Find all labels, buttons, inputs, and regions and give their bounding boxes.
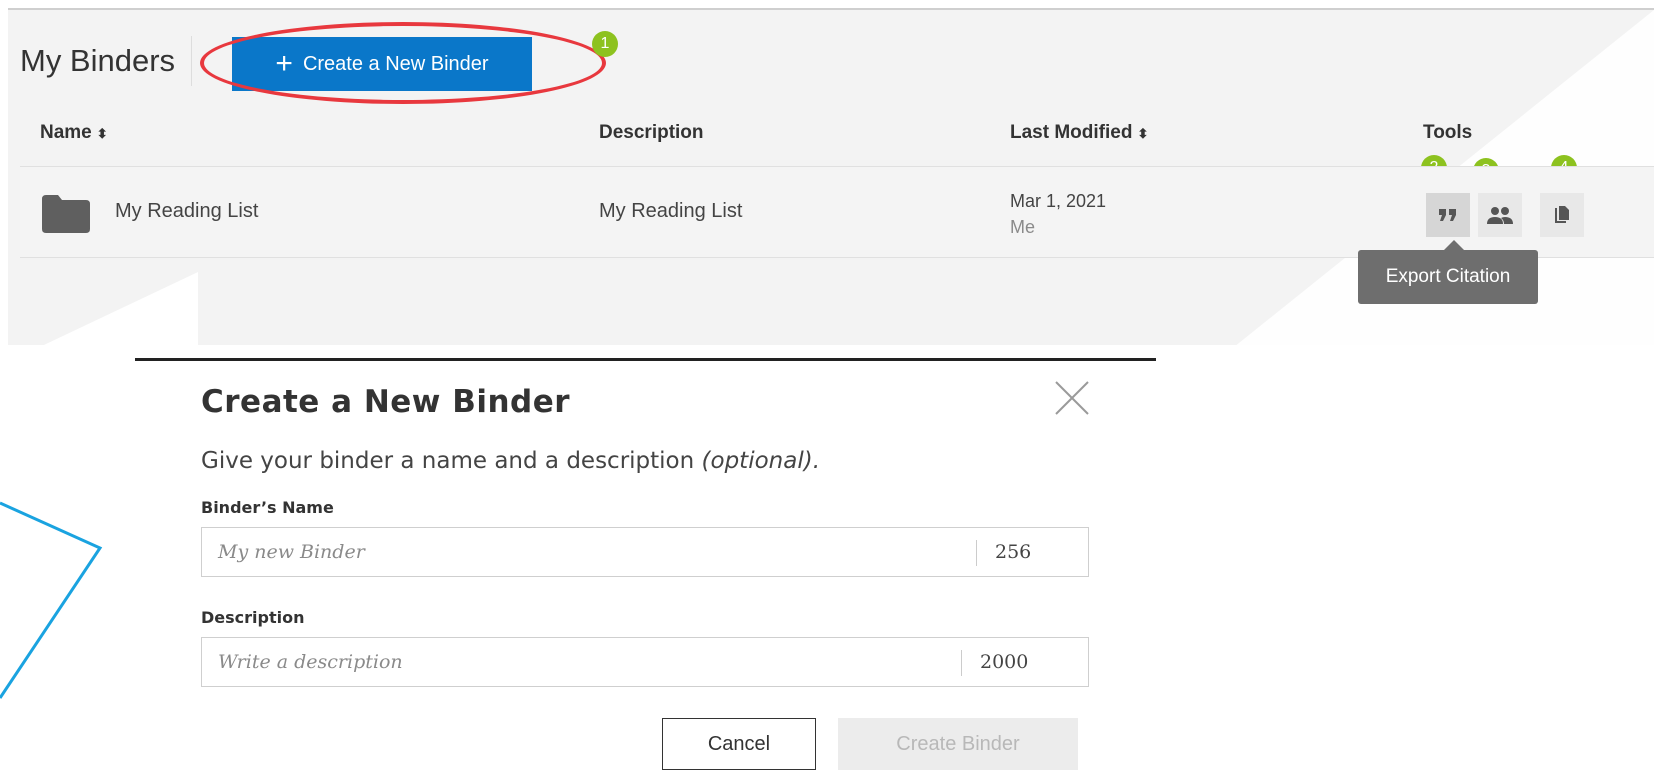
annotation-pointer-line [0, 501, 103, 699]
background-decoration-left [8, 272, 198, 345]
dialog-subtitle: Give your binder a name and a descriptio… [201, 448, 820, 474]
quote-icon [1439, 209, 1456, 221]
counter-divider [961, 650, 962, 676]
counter-divider [976, 540, 977, 566]
column-header-description: Description [599, 122, 704, 144]
close-icon[interactable] [1054, 380, 1090, 416]
description-char-counter: 2000 [980, 651, 1029, 673]
column-header-name[interactable]: Name ⬍ [40, 122, 108, 144]
description-input[interactable]: Write a description 2000 [201, 637, 1089, 687]
column-header-last-modified[interactable]: Last Modified ⬍ [1010, 122, 1148, 144]
binder-name-input[interactable]: My new Binder 256 [201, 527, 1089, 577]
copy-binder-button[interactable] [1540, 193, 1584, 237]
column-header-tools: Tools [1423, 122, 1472, 144]
sort-icon: ⬍ [1137, 126, 1149, 141]
binders-panel: My Binders + Create a New Binder 1 Name ⬍… [8, 8, 1654, 345]
create-new-binder-button[interactable]: + Create a New Binder [232, 37, 532, 91]
modified-date: Mar 1, 2021 [1010, 191, 1107, 211]
binder-name[interactable]: My Reading List [115, 200, 258, 223]
page-title: My Binders [20, 43, 176, 78]
cancel-button[interactable]: Cancel [662, 718, 816, 770]
title-divider [191, 36, 193, 86]
export-citation-tooltip: Export Citation [1358, 240, 1538, 304]
sort-icon: ⬍ [96, 126, 108, 141]
dialog-subtitle-optional: (optional). [701, 448, 821, 474]
export-citation-button[interactable] [1426, 193, 1470, 237]
description-label: Description [201, 608, 305, 627]
column-header-name-label: Name [40, 122, 92, 143]
create-new-binder-label: Create a New Binder [302, 52, 489, 75]
table-row[interactable]: My Reading List My Reading List Mar 1, 2… [20, 166, 1654, 258]
dialog-top-border [135, 358, 1156, 361]
plus-icon: + [275, 47, 293, 80]
column-header-tools-label: Tools [1423, 122, 1473, 143]
binder-name-placeholder: My new Binder [218, 541, 365, 563]
modified-by: Me [1010, 217, 1036, 237]
folder-icon [42, 195, 90, 233]
binder-name-label: Binder’s Name [201, 498, 334, 517]
column-header-description-label: Description [599, 122, 704, 143]
annotation-badge-1: 1 [592, 31, 618, 57]
share-users-icon [1487, 207, 1513, 224]
binder-name-char-counter: 256 [995, 541, 1032, 563]
description-placeholder: Write a description [218, 651, 403, 673]
share-binder-button[interactable] [1478, 193, 1522, 237]
column-header-last-modified-label: Last Modified [1010, 122, 1133, 143]
dialog-subtitle-main: Give your binder a name and a descriptio… [201, 448, 702, 474]
copy-icon [1555, 206, 1569, 223]
create-binder-button[interactable]: Create Binder [838, 718, 1078, 770]
dialog-title: Create a New Binder [201, 384, 571, 420]
binder-description: My Reading List [599, 200, 743, 222]
title-row: My Binders [20, 36, 193, 86]
